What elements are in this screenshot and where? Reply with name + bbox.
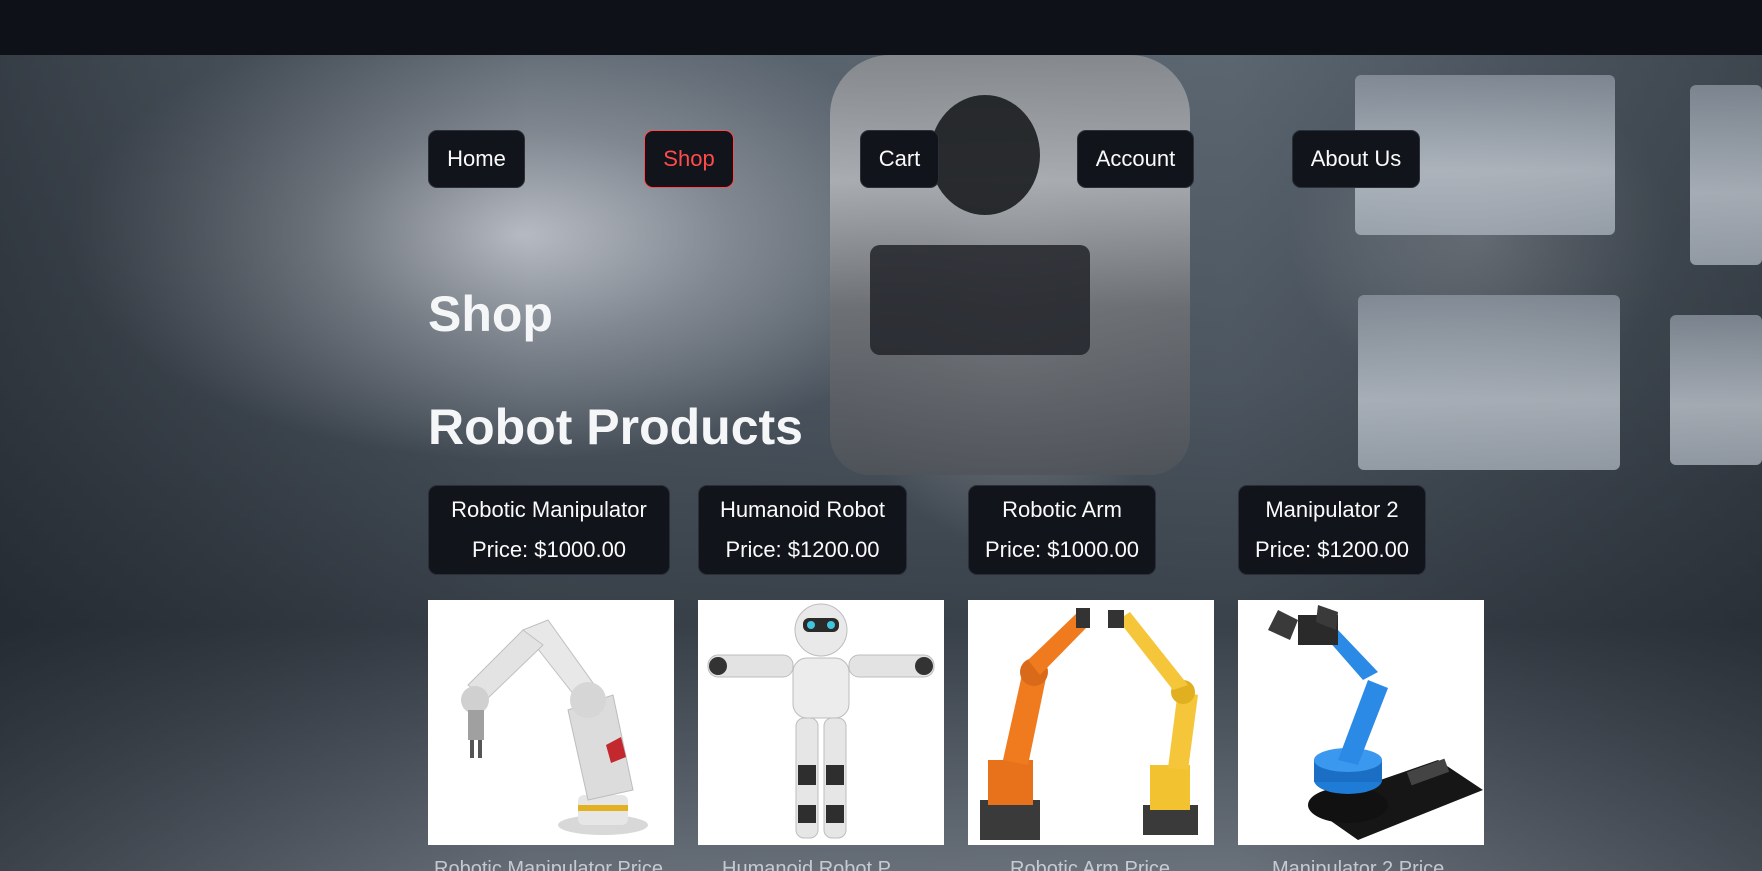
- product-caption: Robotic Manipulator Price...: [434, 858, 680, 871]
- product-card-robotic-arm[interactable]: Robotic Arm Price: $1000.00: [968, 485, 1156, 575]
- background-screen-panel: [1690, 85, 1762, 265]
- product-price: Price: $1000.00: [471, 537, 627, 562]
- robot-visor: [870, 245, 1090, 355]
- product-card-robotic-manipulator[interactable]: Robotic Manipulator Price: $1000.00: [428, 485, 670, 575]
- nav-home-button[interactable]: Home: [428, 130, 525, 188]
- product-name: Robotic Arm: [1002, 497, 1122, 522]
- nav-account-button[interactable]: Account: [1077, 130, 1194, 188]
- product-price: Price: $1200.00: [725, 537, 880, 562]
- top-header-bar: [0, 0, 1762, 55]
- section-title: Robot Products: [428, 399, 803, 455]
- product-image-humanoid-robot: [698, 600, 944, 845]
- product-name: Robotic Manipulator: [451, 497, 647, 522]
- product-price: Price: $1000.00: [984, 537, 1140, 562]
- product-card-manipulator-2[interactable]: Manipulator 2 Price: $1200.00: [1238, 485, 1426, 575]
- product-card-humanoid-robot[interactable]: Humanoid Robot Price: $1200.00: [698, 485, 907, 575]
- page-title: Shop: [428, 286, 553, 342]
- product-caption: Manipulator 2 Price...: [1272, 858, 1461, 871]
- product-image-manipulator-2: [1238, 600, 1484, 845]
- robot-camera-lens: [930, 95, 1040, 215]
- background-screen-panel: [1358, 295, 1620, 470]
- nav-shop-button[interactable]: Shop: [644, 130, 734, 188]
- product-image-robotic-arm: [968, 600, 1214, 845]
- product-name: Humanoid Robot: [719, 497, 886, 522]
- nav-about-us-button[interactable]: About Us: [1292, 130, 1420, 188]
- nav-cart-button[interactable]: Cart: [860, 130, 939, 188]
- background-screen-panel: [1670, 315, 1762, 465]
- product-name: Manipulator 2: [1265, 497, 1399, 522]
- product-price: Price: $1200.00: [1254, 537, 1410, 562]
- product-caption: Humanoid Robot P...: [722, 858, 906, 871]
- product-caption: Robotic Arm Price...: [1010, 858, 1187, 871]
- product-image-robotic-manipulator: [428, 600, 674, 845]
